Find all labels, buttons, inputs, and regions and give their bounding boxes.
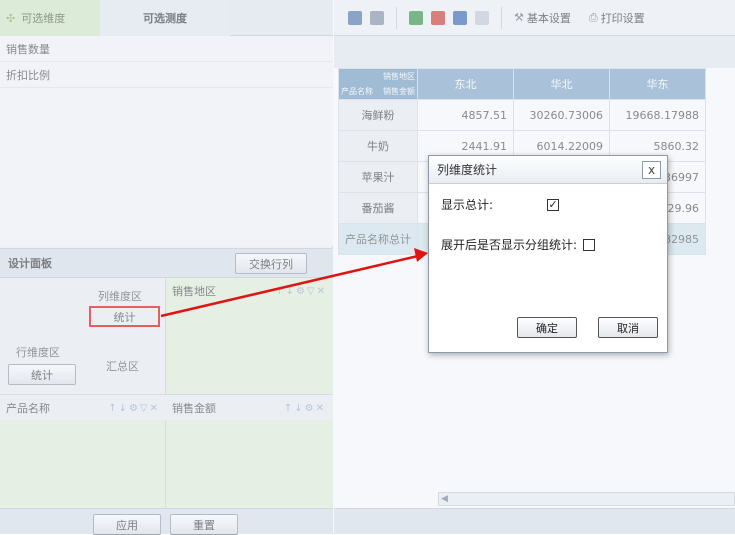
show-total-label: 显示总计: xyxy=(441,198,494,212)
dialog-title: 列维度统计 xyxy=(437,163,498,177)
column-dimension-stat-dialog: 列维度统计 x 显示总计: ✓ 展开后是否显示分组统计: 确定 取消 xyxy=(428,155,668,353)
dialog-title-bar[interactable]: 列维度统计 xyxy=(429,156,667,184)
show-group-checkbox[interactable] xyxy=(583,238,596,251)
show-total-row: 显示总计: ✓ xyxy=(441,196,560,213)
ok-button[interactable]: 确定 xyxy=(517,317,577,338)
show-total-checkbox[interactable]: ✓ xyxy=(547,198,560,211)
show-group-label: 展开后是否显示分组统计: xyxy=(441,238,578,252)
show-group-row: 展开后是否显示分组统计: xyxy=(441,236,596,253)
cancel-button[interactable]: 取消 xyxy=(598,317,658,338)
close-icon[interactable]: x xyxy=(642,161,661,179)
